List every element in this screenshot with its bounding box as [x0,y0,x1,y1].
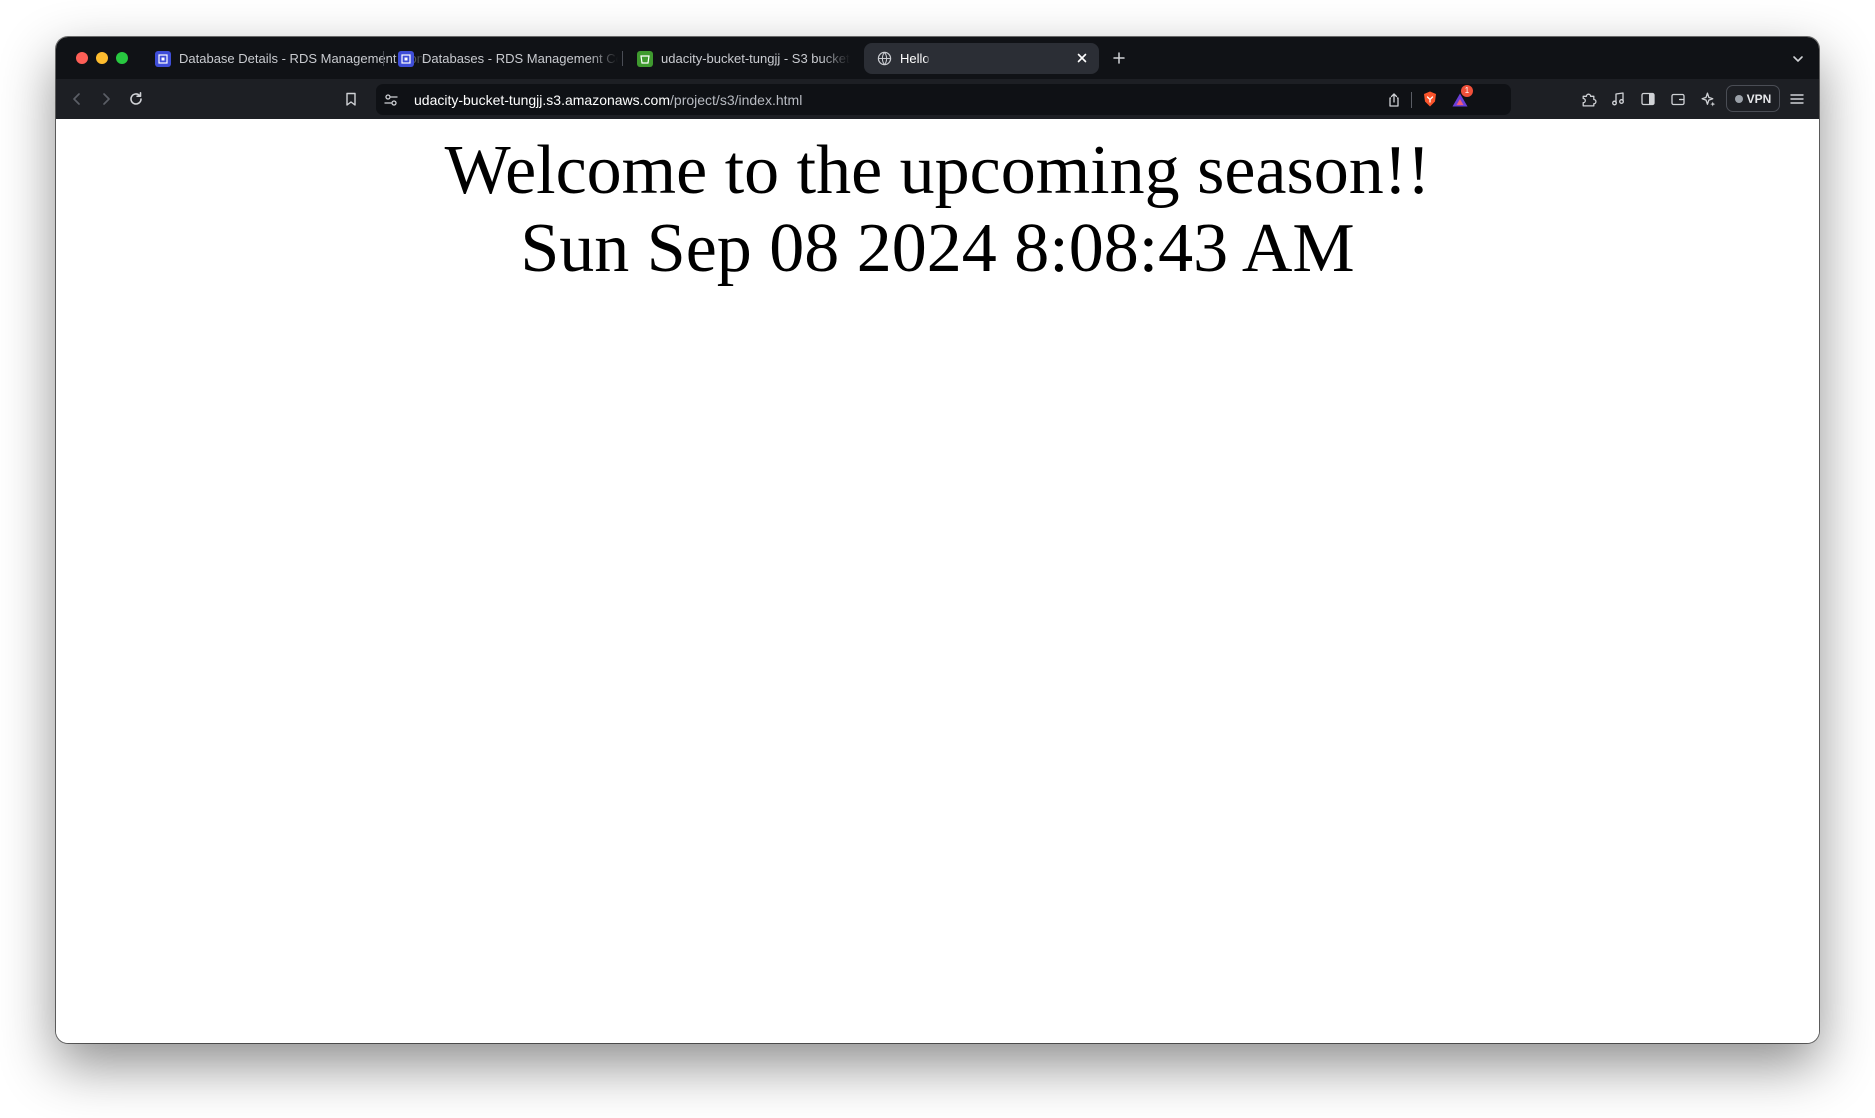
tab-databases[interactable]: Databases - RDS Management Console [398,43,618,74]
tab-title: Database Details - RDS Management Consol… [179,51,430,66]
menu-icon[interactable] [1788,90,1806,108]
tab-strip: Database Details - RDS Management Consol… [56,37,1819,79]
page-headline: Welcome to the upcoming season!! [444,132,1431,209]
vpn-status-icon [1734,94,1743,103]
reload-icon[interactable] [127,90,145,108]
wallet-icon[interactable] [1669,90,1687,108]
s3-icon [637,50,653,67]
page-content: Welcome to the upcoming season!! Sun Sep… [56,119,1819,1043]
vpn-button[interactable]: VPN [1726,85,1780,112]
url-text: udacity-bucket-tungjj.s3.amazonaws.com/p… [414,92,802,108]
tab-title: Databases - RDS Management Console [422,51,618,66]
rds-icon [155,50,171,67]
window-minimize-button[interactable] [96,52,108,64]
new-tab-icon[interactable] [1111,50,1127,66]
notification-badge: 1 [1461,85,1473,97]
tab-hello[interactable]: Hello [864,43,1099,74]
site-settings-icon[interactable] [382,91,400,109]
url-divider [1411,92,1412,108]
close-tab-icon[interactable] [1075,51,1089,65]
music-icon[interactable] [1609,90,1627,108]
datetime-display: Sun Sep 08 2024 8:08:43 AM [520,210,1355,287]
address-bar[interactable]: udacity-bucket-tungjj.s3.amazonaws.com/p… [376,84,1511,115]
brave-shields-icon[interactable] [1421,90,1439,108]
forward-icon[interactable] [97,90,115,108]
url-path: /project/s3/index.html [670,92,803,108]
chevron-down-icon[interactable] [1791,52,1805,66]
share-icon[interactable] [1385,91,1403,109]
tab-database-details[interactable]: Database Details - RDS Management Consol… [155,43,430,74]
tab-title: udacity-bucket-tungjj - S3 bucket [661,51,850,66]
rds-icon [398,50,414,67]
window-close-button[interactable] [76,52,88,64]
window-maximize-button[interactable] [116,52,128,64]
bookmark-icon[interactable] [342,90,360,108]
browser-window: Database Details - RDS Management Consol… [56,37,1819,1043]
leo-ai-icon[interactable] [1699,90,1717,108]
tab-separator [383,51,384,66]
globe-icon [876,51,892,67]
url-host: udacity-bucket-tungjj.s3.amazonaws.com [414,92,671,108]
tab-separator [622,51,623,66]
navigation-toolbar: udacity-bucket-tungjj.s3.amazonaws.com/p… [56,79,1819,119]
back-icon[interactable] [68,90,86,108]
sidebar-icon[interactable] [1639,90,1657,108]
vpn-label: VPN [1746,91,1772,106]
tab-s3-bucket[interactable]: udacity-bucket-tungjj - S3 bucket [637,43,857,74]
extensions-icon[interactable] [1579,90,1597,108]
tab-title: Hello [900,51,930,66]
